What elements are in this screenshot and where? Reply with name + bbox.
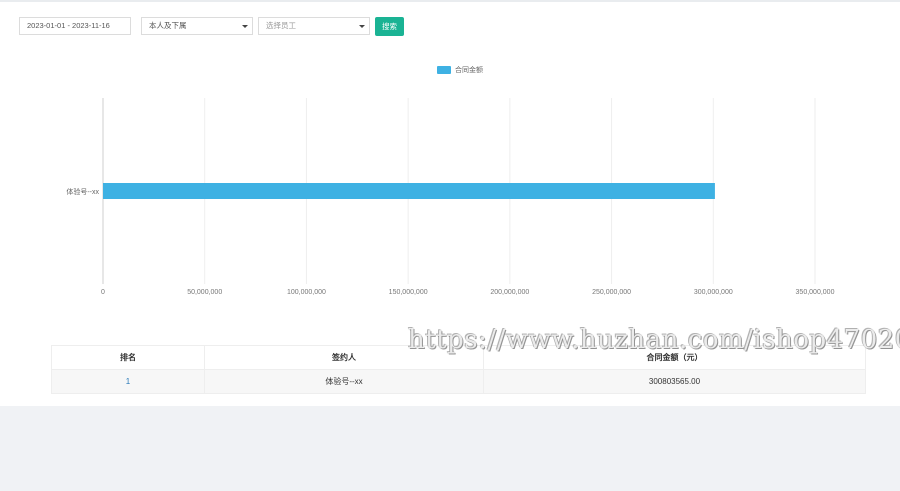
table-row: 1 体验号--xx 300803565.00	[51, 369, 866, 394]
ranking-table: 排名 签约人 合同金额（元） 1 体验号--xx 300803565.00	[51, 345, 866, 394]
cell-signer: 体验号--xx	[204, 369, 484, 394]
table-header-row: 排名 签约人 合同金额（元）	[51, 345, 866, 370]
x-tick-label: 350,000,000	[796, 289, 835, 296]
x-tick-label: 100,000,000	[287, 289, 326, 296]
header-rank: 排名	[51, 345, 205, 370]
x-tick-label: 50,000,000	[187, 289, 222, 296]
bar-chart: 0 50,000,000 100,000,000 150,000,000 200,000…	[66, 98, 835, 296]
x-tick-label: 0	[101, 289, 105, 296]
x-tick-label: 200,000,000	[490, 289, 529, 296]
x-tick-label: 250,000,000	[592, 289, 631, 296]
cell-amount: 300803565.00	[483, 369, 866, 394]
header-signer: 签约人	[204, 345, 484, 370]
x-tick-label: 150,000,000	[389, 289, 428, 296]
header-amount: 合同金额（元）	[483, 345, 866, 370]
report-panel: 2023-01-01 - 2023-11-16 本人及下属 选择员工 搜索 合同…	[0, 0, 900, 406]
cell-rank: 1	[51, 369, 205, 394]
y-category-label: 体验号--xx	[66, 187, 99, 196]
bar[interactable]	[103, 183, 715, 199]
x-tick-label: 300,000,000	[694, 289, 733, 296]
